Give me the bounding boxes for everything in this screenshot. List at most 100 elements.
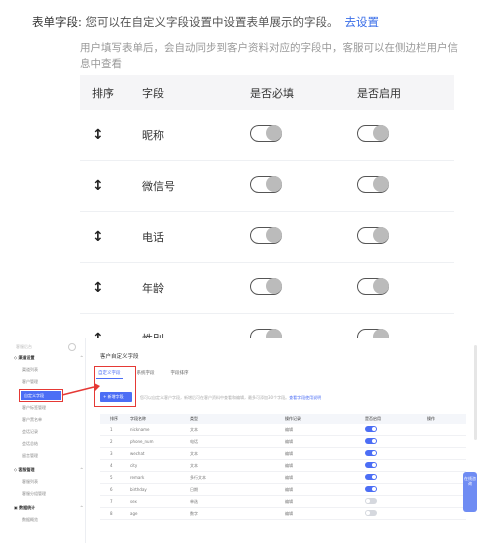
hint-line: 您可以自定义客户字段，新增后可在客户资料中查看和编辑，最多可添加30个字段。查看… [140,395,321,401]
table-row: ↕ 昵称 [80,110,454,161]
page-title: 客户自定义字段 [100,354,139,360]
enabled-toggle[interactable] [365,474,377,480]
sidebar-item-channel-list[interactable]: 渠道列表 [22,366,38,374]
drag-sort-icon[interactable]: ↕ [92,178,104,194]
row-op[interactable]: 编辑 [285,475,365,481]
form-fields-table-header: 排序 字段 是否必填 是否启用 [80,75,454,110]
add-field-button[interactable]: + 新增字段 [100,392,132,402]
enabled-toggle[interactable] [365,426,377,432]
row-field-name: city [130,463,138,468]
row-op[interactable]: 编辑 [285,499,365,505]
sidebar-item-customer-tags[interactable]: 客户标签管理 [22,404,46,412]
field-name: 电话 [142,231,164,244]
row-sort: 3 [110,451,113,456]
row-sort: 2 [110,439,113,444]
field-name: 昵称 [142,129,164,142]
enabled-toggle[interactable] [365,462,377,468]
go-settings-link[interactable]: 去设置 [345,15,380,29]
enabled-toggle[interactable] [357,278,389,295]
enabled-toggle[interactable] [365,438,377,444]
row-op[interactable]: 编辑 [285,511,365,517]
required-toggle[interactable] [250,125,282,142]
sidebar-item-customer-manage[interactable]: 客户管理 [22,378,38,386]
column-actions: 操作 [427,416,435,421]
sidebar-item-agent-list[interactable]: 客服列表 [22,478,38,486]
table-row: ↕ 微信号 [80,161,454,212]
sidebar-item-blacklist[interactable]: 客户黑名单 [22,416,42,424]
enabled-toggle[interactable] [365,450,377,456]
admin-sidebar: 客服后台 ◇ 渠道设置 ^ 渠道列表 客户管理 自定义字段 客户标签管理 客户黑名… [10,338,86,543]
chevron-up-icon: ^ [80,467,84,472]
sidebar-item-agent-groups[interactable]: 客服分组管理 [22,490,46,498]
sidebar-collapse-icon[interactable] [68,343,76,351]
enabled-toggle[interactable] [357,227,389,244]
row-op[interactable]: 编辑 [285,427,365,433]
sidebar-group-channel[interactable]: ◇ 渠道设置 ^ [14,354,83,362]
row-field-name: sex [130,499,137,504]
row-type: 数字 [190,510,198,516]
column-field-name: 字段名称 [130,416,146,421]
table-row: 2 phone_num 电话 编辑 [100,436,466,448]
sidebar-item-data-overview[interactable]: 数据概览 [22,516,38,524]
admin-scrollbar[interactable] [474,345,477,440]
row-type: 日期 [190,486,198,492]
required-toggle[interactable] [250,278,282,295]
drag-sort-icon[interactable]: ↕ [92,280,104,296]
row-sort: 8 [110,511,113,516]
form-sync-description: 用户填写表单后，会自动同步到客户资料对应的字段中，客服可以在侧边栏用户信息中查看 [80,42,458,70]
row-op[interactable]: 编辑 [285,463,365,469]
row-op[interactable]: 编辑 [285,487,365,493]
enabled-toggle[interactable] [365,510,377,516]
form-field-label: 表单字段: [32,15,82,29]
column-field: 字段 [142,86,164,100]
enabled-toggle[interactable] [365,498,377,504]
row-field-name: nickname [130,427,150,432]
hint-link[interactable]: 查看字段使用说明 [289,395,321,400]
sidebar-group-agents[interactable]: ◇ 客服管理 ^ [14,466,83,474]
tab-system-fields[interactable]: 系统字段 [135,368,157,379]
sidebar-item-session-summary[interactable]: 会话总结 [22,440,38,448]
field-name: 年龄 [142,282,164,295]
row-sort: 6 [110,487,113,492]
custom-fields-table-header: 排序 字段名称 类型 操作记录 是否启用 操作 [100,414,466,424]
highlight-box-sidebar [19,389,63,402]
sidebar-item-session-records[interactable]: 会话记录 [22,428,38,436]
hint-text: 您可以自定义客户字段，新增后可在客户资料中查看和编辑，最多可添加30个字段。 [140,395,290,400]
row-sort: 7 [110,499,113,504]
table-row: ↕ 电话 [80,212,454,263]
sidebar-item-label: ▣ 数据统计 [14,505,36,510]
tab-field-sort[interactable]: 字段排序 [169,368,191,379]
row-type: 多行文本 [190,474,206,480]
sidebar-item-label: ◇ 客服管理 [14,467,35,472]
row-type: 文本 [190,462,198,468]
table-row: 3 wechat 文本 编辑 [100,448,466,460]
enabled-toggle[interactable] [357,125,389,142]
admin-main-panel: 客户自定义字段 自定义字段 系统字段 字段排序 + 新增字段 您可以自定义客户字… [90,338,472,543]
row-op[interactable]: 编辑 [285,439,365,445]
row-op[interactable]: 编辑 [285,451,365,457]
drag-sort-icon[interactable]: ↕ [92,229,104,245]
drag-sort-icon[interactable]: ↕ [92,127,104,143]
form-field-description: 您可以在自定义字段设置中设置表单展示的字段。 [85,15,339,29]
row-sort: 5 [110,475,113,480]
custom-fields-table: 排序 字段名称 类型 操作记录 是否启用 操作 1 nickname 文本 编辑… [100,414,466,520]
required-toggle[interactable] [250,176,282,193]
form-fields-table: 排序 字段 是否必填 是否启用 ↕ 昵称 ↕ 微信号 ↕ 电话 ↕ 年龄 ↕ 性… [80,75,454,365]
required-toggle[interactable] [250,227,282,244]
enabled-toggle[interactable] [365,486,377,492]
row-field-name: phone_num [130,439,154,444]
sidebar-top-label: 客服后台 [16,344,32,349]
row-field-name: wechat [130,451,145,456]
field-name: 微信号 [142,180,175,193]
sidebar-item-messages[interactable]: 留言管理 [22,452,38,460]
online-consult-widget[interactable]: 在线咨询 [463,472,477,512]
admin-screenshot: 客服后台 ◇ 渠道设置 ^ 渠道列表 客户管理 自定义字段 客户标签管理 客户黑名… [10,338,482,543]
column-enabled: 是否启用 [357,86,401,100]
sidebar-group-stats[interactable]: ▣ 数据统计 ^ [14,504,83,512]
row-sort: 1 [110,427,113,432]
enabled-toggle[interactable] [357,176,389,193]
chevron-up-icon: ^ [80,355,84,360]
table-row: 6 birthday 日期 编辑 [100,484,466,496]
row-field-name: birthday [130,487,147,492]
table-row: 1 nickname 文本 编辑 [100,424,466,436]
